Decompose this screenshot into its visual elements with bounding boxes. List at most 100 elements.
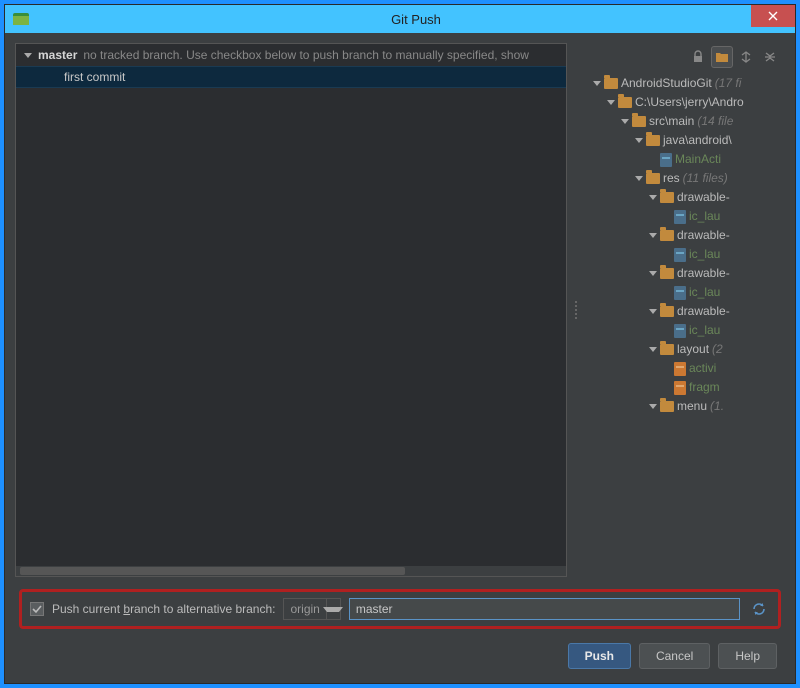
title-bar: Git Push [5,5,795,33]
tree-count: (1. [710,398,724,415]
tree-node[interactable]: src\main (14 file [585,112,785,131]
file-tree[interactable]: AndroidStudioGit (17 fiC:\Users\jerry\An… [585,71,785,577]
tree-label: fragm [689,379,720,396]
tree-node[interactable]: ic_lau [585,283,785,302]
tree-label: drawable- [677,189,730,206]
remote-select[interactable]: origin [283,598,340,620]
tree-label: ic_lau [689,284,720,301]
refresh-button[interactable] [748,598,770,620]
git-push-dialog: Git Push master no tracked branch. Use c… [4,4,796,684]
expand-arrow-icon [649,271,657,276]
expand-arrow-icon [649,195,657,200]
tree-label: res [663,170,680,187]
tree-node[interactable]: res (11 files) [585,169,785,188]
close-button[interactable] [751,5,795,27]
folder-icon [660,268,674,279]
tree-node[interactable]: fragm [585,378,785,397]
folder-icon [660,230,674,241]
checkmark-icon [32,604,42,614]
expand-arrow-icon [635,176,643,181]
file-icon [674,362,686,376]
lock-icon [691,50,705,64]
tree-label: AndroidStudioGit [621,75,712,92]
tree-node[interactable]: drawable- [585,302,785,321]
remote-name: origin [284,602,325,616]
expand-arrow-icon [649,404,657,409]
branch-hint: no tracked branch. Use checkbox below to… [83,48,529,62]
tree-label: menu [677,398,707,415]
push-alt-label: Push current branch to alternative branc… [52,602,275,616]
tree-node[interactable]: drawable- [585,188,785,207]
tree-node[interactable]: ic_lau [585,321,785,340]
tree-node[interactable]: drawable- [585,226,785,245]
branch-row[interactable]: master no tracked branch. Use checkbox b… [16,44,566,66]
tree-count: (11 files) [683,170,728,187]
tree-label: C:\Users\jerry\Andro [635,94,744,111]
tree-label: drawable- [677,265,730,282]
expand-arrow-icon [635,138,643,143]
file-icon [674,210,686,224]
tree-label: ic_lau [689,246,720,263]
file-icon [674,286,686,300]
folder-icon [715,51,729,63]
scrollbar-horizontal[interactable] [16,566,566,576]
alternative-branch-row: Push current branch to alternative branc… [19,589,781,629]
folder-icon [660,344,674,355]
tree-node[interactable]: MainActi [585,150,785,169]
expand-arrow-icon [621,119,629,124]
unified-diff-button[interactable] [687,46,709,68]
help-button[interactable]: Help [718,643,777,669]
tree-node[interactable]: ic_lau [585,207,785,226]
alt-branch-input[interactable] [349,598,740,620]
tree-count: (17 fi [715,75,742,92]
expand-arrow-icon [649,233,657,238]
window-title: Git Push [37,12,795,27]
folder-icon [660,306,674,317]
splitter-handle[interactable] [573,43,579,577]
tree-node[interactable]: ic_lau [585,245,785,264]
folder-icon [660,192,674,203]
expand-all-button[interactable] [735,46,757,68]
tree-node[interactable]: java\android\ [585,131,785,150]
push-button[interactable]: Push [568,643,631,669]
tree-label: src\main [649,113,694,130]
tree-node[interactable]: AndroidStudioGit (17 fi [585,74,785,93]
close-icon [768,11,778,21]
tree-node[interactable]: activi [585,359,785,378]
tree-label: drawable- [677,227,730,244]
file-tree-panel: AndroidStudioGit (17 fiC:\Users\jerry\An… [585,43,785,577]
tree-node[interactable]: menu (1. [585,397,785,416]
file-icon [674,248,686,262]
file-icon [674,381,686,395]
tree-label: drawable- [677,303,730,320]
tree-label: MainActi [675,151,721,168]
app-icon [13,13,29,25]
tree-node[interactable]: layout (2 [585,340,785,359]
collapse-all-button[interactable] [759,46,781,68]
tree-label: ic_lau [689,208,720,225]
collapse-icon [763,50,777,64]
tree-node[interactable]: drawable- [585,264,785,283]
cancel-button[interactable]: Cancel [639,643,710,669]
file-icon [660,153,672,167]
expand-arrow-icon [649,347,657,352]
folder-icon [646,135,660,146]
tree-count: (14 file [697,113,733,130]
commit-item[interactable]: first commit [16,66,566,88]
folder-icon [632,116,646,127]
tree-node[interactable]: C:\Users\jerry\Andro [585,93,785,112]
group-by-directory-button[interactable] [711,46,733,68]
tree-label: ic_lau [689,322,720,339]
push-alt-checkbox[interactable] [30,602,44,616]
commits-panel: master no tracked branch. Use checkbox b… [15,43,567,577]
tree-toolbar [585,43,785,71]
chevron-down-icon [323,607,343,612]
refresh-icon [751,601,767,617]
tree-label: activi [689,360,716,377]
remote-dropdown-button[interactable] [326,599,340,619]
expand-icon [739,50,753,64]
folder-icon [618,97,632,108]
folder-icon [660,401,674,412]
branch-name: master [38,48,77,62]
expand-arrow-icon [593,81,601,86]
